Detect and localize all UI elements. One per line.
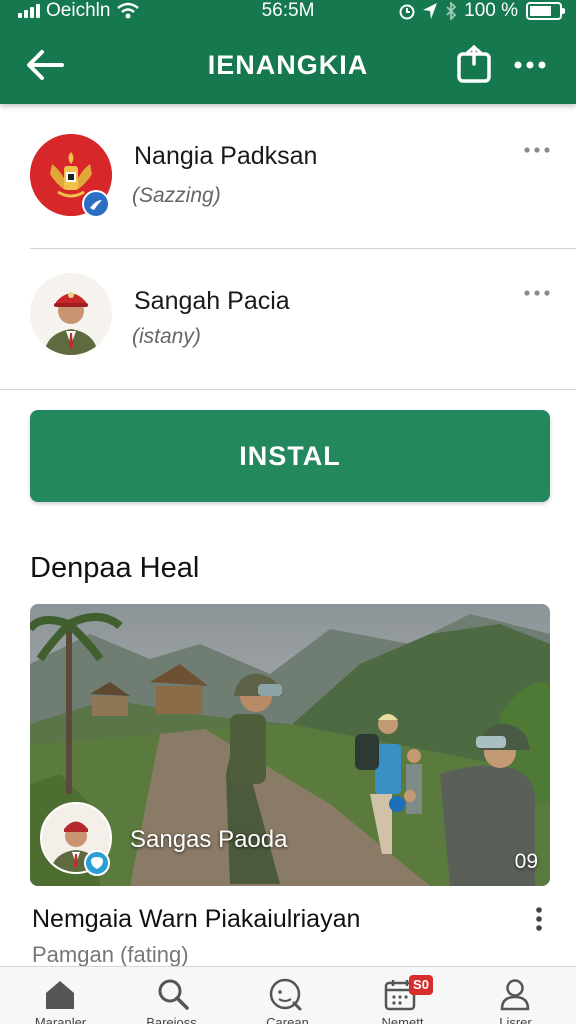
verified-badge-icon <box>82 190 110 218</box>
verified-badge-icon <box>84 850 110 876</box>
battery-label: 100 % <box>464 0 518 21</box>
home-icon <box>46 981 74 1009</box>
tab-profile[interactable]: Lisrer <box>458 967 573 1024</box>
channel-item[interactable]: Sangah Pacia (istany) <box>0 249 576 389</box>
article-subtitle: Pamgan (fating) <box>32 942 189 967</box>
channel-item[interactable]: Nangia Padksan (Sazzing) <box>0 104 576 244</box>
install-button[interactable]: INSTAL <box>30 410 550 502</box>
person-illustration <box>30 273 112 355</box>
tab-label: Bareioss <box>146 1015 197 1024</box>
search-icon <box>158 979 189 1010</box>
profile-icon <box>500 979 530 1011</box>
alarm-icon <box>399 4 415 20</box>
featured-card[interactable]: Sangas Paoda 09 <box>30 604 550 886</box>
section-title: Denpaa Heal <box>30 552 200 584</box>
tab-label: Lisrer <box>499 1015 532 1024</box>
tab-label: Maranler <box>34 1015 87 1024</box>
share-icon[interactable] <box>454 44 494 86</box>
channel-subtitle: (Sazzing) <box>132 184 221 207</box>
bottom-tab-bar: Maranler Bareioss Carean S0 Nemett Lisre… <box>0 966 576 1024</box>
battery-icon <box>526 2 565 20</box>
app-header: Oeichln 56:5M 100 % IENANGKIA <box>0 0 576 104</box>
more-dots-icon[interactable] <box>522 285 552 301</box>
tab-label: Carean <box>266 1015 309 1024</box>
channel-subtitle: (istany) <box>132 325 201 348</box>
tab-events[interactable]: S0 Nemett <box>345 967 460 1024</box>
photo-caption: Sangas Paoda <box>130 826 288 853</box>
compass-icon <box>269 978 302 1011</box>
status-bar: Oeichln 56:5M 100 % <box>0 0 576 24</box>
notification-badge: S0 <box>409 975 433 995</box>
photo-count: 09 <box>514 850 538 873</box>
channel-avatar <box>30 273 112 355</box>
divider <box>0 389 576 390</box>
more-dots-icon[interactable] <box>522 142 552 158</box>
tab-home[interactable]: Maranler <box>3 967 118 1024</box>
bluetooth-icon <box>446 2 457 20</box>
location-icon <box>423 3 438 19</box>
tab-label: Nemett <box>381 1015 424 1024</box>
article-title[interactable]: Nemgaia Warn Piakaiulriayan <box>32 905 360 934</box>
tab-search[interactable]: Bareioss <box>114 967 229 1024</box>
vertical-more-icon[interactable] <box>530 906 548 932</box>
channel-name: Sangah Pacia <box>134 287 290 315</box>
more-options-icon[interactable] <box>510 50 550 80</box>
tab-explore[interactable]: Carean <box>230 967 345 1024</box>
channel-name: Nangia Padksan <box>134 142 318 170</box>
